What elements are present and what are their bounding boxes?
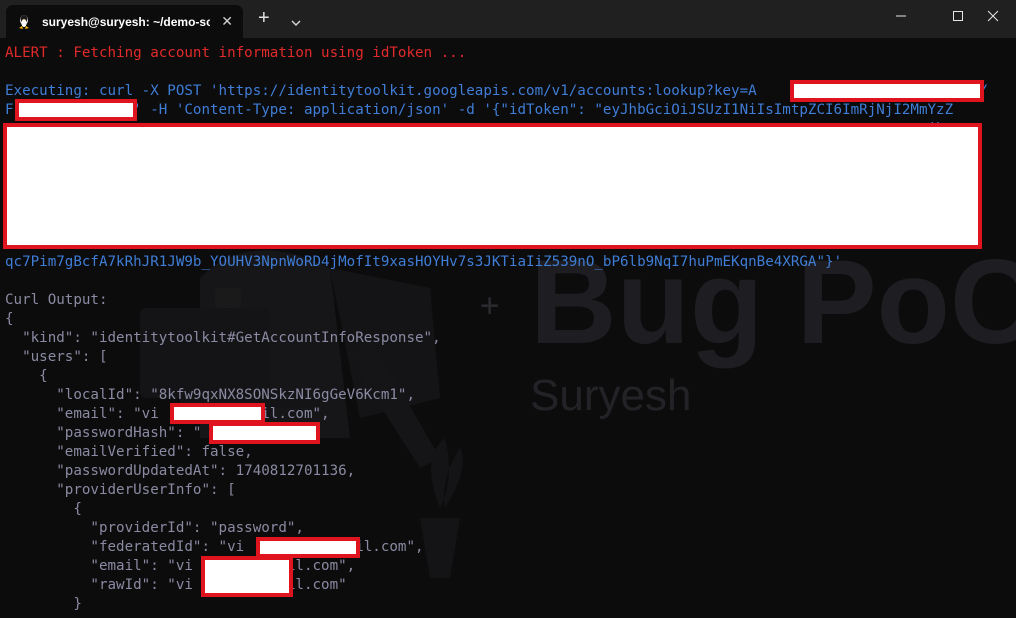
json-line: "passwordUpdatedAt": 1740812701136, xyxy=(5,463,356,479)
token-line: qc7Pim7gBcfA7kRhJR1JW9b_YOUHV3NpnWoRD4jM… xyxy=(5,254,843,270)
alert-line: ALERT : Fetching account information usi… xyxy=(5,45,467,61)
json-line: { xyxy=(5,501,82,517)
linux-penguin-icon xyxy=(16,14,32,30)
close-tab-icon[interactable]: ✕ xyxy=(221,13,233,30)
tab-title: suryesh@suryesh: ~/demo-scr xyxy=(42,14,210,29)
redacted-api-key xyxy=(790,80,984,102)
json-line: "kind": "identitytoolkit#GetAccountInfoR… xyxy=(5,330,441,346)
json-line: "users": [ xyxy=(5,349,108,365)
json-line: { xyxy=(5,311,14,327)
json-line: { xyxy=(5,368,48,384)
redacted-provider-email xyxy=(201,556,293,597)
redacted-id-token xyxy=(3,123,982,249)
terminal-tab[interactable]: suryesh@suryesh: ~/demo-scr ✕ xyxy=(6,5,243,38)
json-line: "federatedId": "vi mail.com", xyxy=(5,539,424,555)
terminal-output[interactable]: + Bug PoC Suryesh ALERT : Fetching accou… xyxy=(0,38,1016,618)
title-bar: suryesh@suryesh: ~/demo-scr ✕ + xyxy=(0,0,1016,38)
json-line: "providerId": "password", xyxy=(5,520,304,536)
redacted-email xyxy=(170,403,265,424)
json-line: } xyxy=(5,596,82,612)
minimize-icon[interactable] xyxy=(878,0,924,32)
new-tab-button[interactable]: + xyxy=(258,7,270,29)
curl-output-label: Curl Output: xyxy=(5,292,108,308)
redacted-federated-id xyxy=(256,537,360,558)
redacted-api-key-tail xyxy=(15,99,137,121)
json-line: "email": "vi mail.com", xyxy=(5,406,330,422)
json-line: "rawId": "vi gmail.com" xyxy=(5,577,347,593)
chevron-down-icon[interactable] xyxy=(291,12,301,31)
json-line: "passwordHash": " ", xyxy=(5,425,313,441)
redacted-password-hash xyxy=(209,422,320,444)
curl-command-line: F ' -H 'Content-Type: application/json' … xyxy=(5,102,954,118)
json-line: "email": "vi gmail.com", xyxy=(5,558,356,574)
json-line: "emailVerified": false, xyxy=(5,444,253,460)
json-line: "localId": "8kfw9qxNX8SONSkzNI6gGeV6Kcm1… xyxy=(5,387,415,403)
json-line: "providerUserInfo": [ xyxy=(5,482,236,498)
close-window-icon[interactable] xyxy=(970,0,1016,32)
